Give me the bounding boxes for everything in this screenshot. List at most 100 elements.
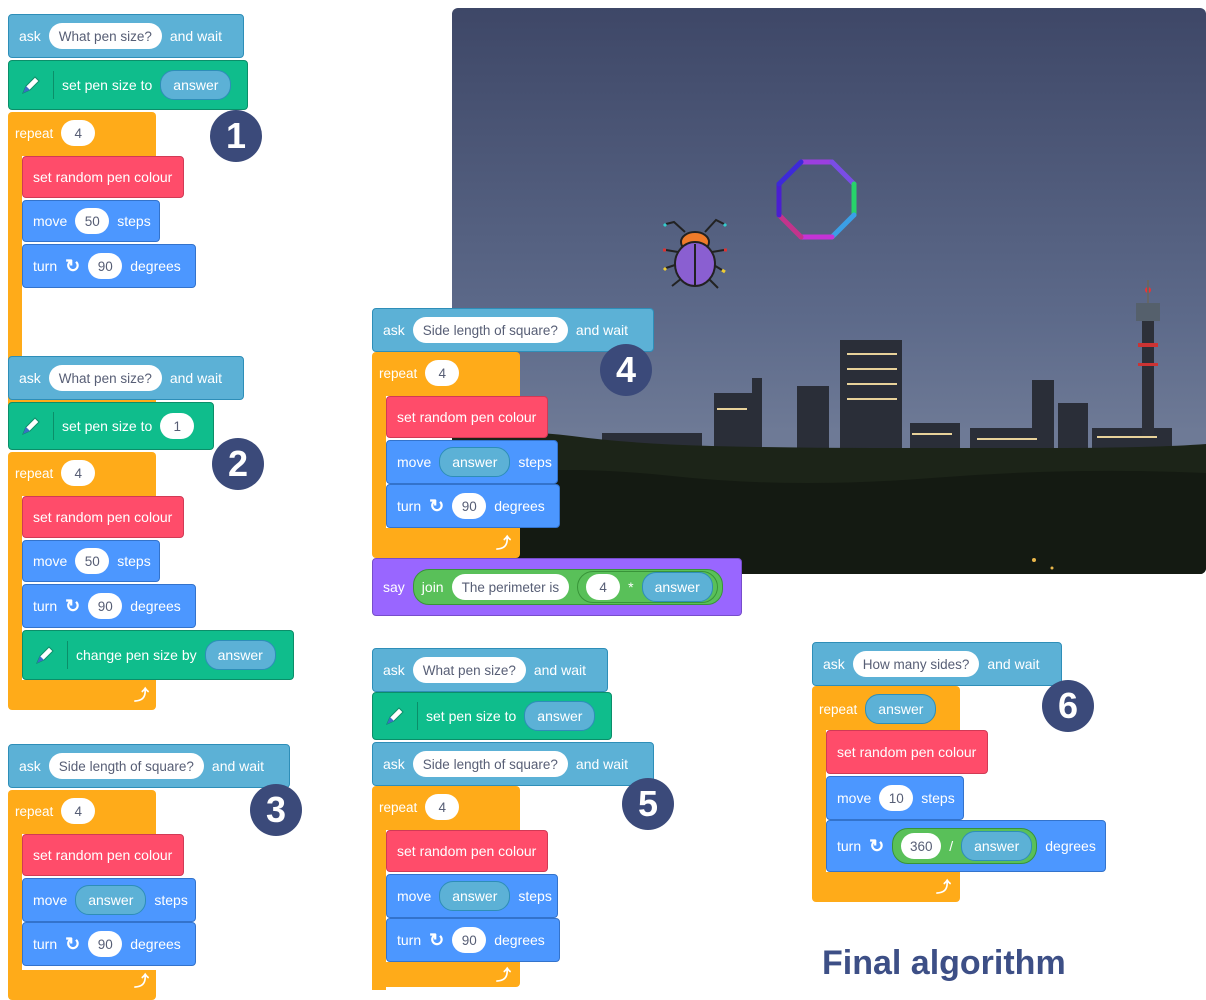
answer-reporter[interactable]: answer <box>160 70 232 100</box>
answer-reporter[interactable]: answer <box>75 885 147 915</box>
repeat-count-input[interactable]: 4 <box>61 120 96 146</box>
move-label: move <box>33 213 68 229</box>
degrees-label: degrees <box>1045 838 1096 854</box>
say-label: say <box>383 579 405 595</box>
ask-prompt-input[interactable]: Side length of square? <box>48 753 204 779</box>
repeat-label: repeat <box>15 465 54 481</box>
pen-icon <box>17 71 54 99</box>
ask-block[interactable]: ask What pen size? and wait <box>8 14 244 58</box>
ask-block[interactable]: ask How many sides? and wait <box>812 642 1062 686</box>
turn-label: turn <box>397 932 422 948</box>
answer-reporter[interactable]: answer <box>961 831 1033 861</box>
divide-left-input[interactable]: 360 <box>901 833 942 859</box>
move-block[interactable]: move 50 steps <box>22 540 160 582</box>
set-pen-size-block[interactable]: set pen size to answer <box>372 692 612 740</box>
answer-reporter[interactable]: answer <box>524 701 596 731</box>
join-text-input[interactable]: The perimeter is <box>451 574 570 600</box>
step-badge-4: 4 <box>600 344 652 396</box>
repeat-label: repeat <box>379 799 418 815</box>
repeat-count-input[interactable]: 4 <box>425 794 460 820</box>
answer-reporter[interactable]: answer <box>439 881 511 911</box>
repeat-label: repeat <box>15 125 54 141</box>
change-pen-size-label: change pen size by <box>76 647 197 663</box>
turn-block[interactable]: turn ↻ 90 degrees <box>22 584 196 628</box>
ask-prompt-input[interactable]: Side length of square? <box>412 317 568 343</box>
say-block[interactable]: say join The perimeter is 4 * answer <box>372 558 742 616</box>
steps-label: steps <box>518 888 552 904</box>
move-block[interactable]: move 50 steps <box>22 200 160 242</box>
ask-label: ask <box>383 662 405 678</box>
set-random-pen-colour-block[interactable]: set random pen colour <box>826 730 988 774</box>
ask-prompt-input[interactable]: What pen size? <box>48 365 162 391</box>
answer-reporter[interactable]: answer <box>439 447 511 477</box>
ask-block[interactable]: ask What pen size? and wait <box>8 356 244 400</box>
ask-prompt-input[interactable]: How many sides? <box>852 651 980 677</box>
and-wait-label: and wait <box>533 662 587 678</box>
repeat-count-input[interactable]: 4 <box>61 798 96 824</box>
set-random-pen-colour-block[interactable]: set random pen colour <box>22 156 184 198</box>
ask-label: ask <box>383 322 405 338</box>
move-steps-input[interactable]: 50 <box>75 548 110 574</box>
answer-reporter[interactable]: answer <box>865 694 937 724</box>
ask-label: ask <box>19 370 41 386</box>
set-random-pen-colour-label: set random pen colour <box>33 847 173 863</box>
pen-size-input[interactable]: 1 <box>160 413 195 439</box>
turn-right-icon: ↻ <box>65 933 81 954</box>
beetle-sprite-icon[interactable] <box>660 212 730 294</box>
ask-prompt-input[interactable]: Side length of square? <box>412 751 568 777</box>
loop-arrow-icon: ⤴ <box>496 967 512 984</box>
turn-degrees-input[interactable]: 90 <box>88 253 123 279</box>
answer-reporter[interactable]: answer <box>641 572 713 602</box>
move-block[interactable]: move answer steps <box>22 878 196 922</box>
move-block[interactable]: move answer steps <box>386 440 558 484</box>
ask-block-2[interactable]: ask Side length of square? and wait <box>372 742 654 786</box>
join-label: join <box>421 579 444 595</box>
and-wait-label: and wait <box>211 758 265 774</box>
join-operator[interactable]: join The perimeter is 4 * answer <box>412 569 723 605</box>
stage[interactable] <box>452 8 1206 574</box>
move-label: move <box>33 553 68 569</box>
turn-degrees-input[interactable]: 90 <box>88 931 123 957</box>
set-random-pen-colour-block[interactable]: set random pen colour <box>386 396 548 438</box>
ask-prompt-input[interactable]: What pen size? <box>412 657 526 683</box>
multiply-left-input[interactable]: 4 <box>586 574 621 600</box>
turn-label: turn <box>33 258 58 274</box>
turn-block[interactable]: turn ↻ 90 degrees <box>22 922 196 966</box>
set-random-pen-colour-block[interactable]: set random pen colour <box>22 496 184 538</box>
move-steps-input[interactable]: 10 <box>879 785 914 811</box>
move-block[interactable]: move answer steps <box>386 874 558 918</box>
turn-degrees-input[interactable]: 90 <box>452 493 487 519</box>
step-badge-3: 3 <box>250 784 302 836</box>
set-pen-size-label: set pen size to <box>62 418 153 434</box>
ask-block[interactable]: ask What pen size? and wait <box>372 648 608 692</box>
turn-label: turn <box>33 936 58 952</box>
turn-degrees-input[interactable]: 90 <box>452 927 487 953</box>
repeat-count-input[interactable]: 4 <box>61 460 96 486</box>
move-label: move <box>397 454 432 470</box>
ask-label: ask <box>19 28 41 44</box>
multiply-operator[interactable]: 4 * answer <box>577 571 718 603</box>
ask-block[interactable]: ask Side length of square? and wait <box>8 744 290 788</box>
change-pen-size-block[interactable]: change pen size by answer <box>22 630 294 680</box>
set-random-pen-colour-label: set random pen colour <box>33 509 173 525</box>
turn-block[interactable]: turn ↻ 90 degrees <box>386 484 560 528</box>
turn-block[interactable]: turn ↻ 360 / answer degrees <box>826 820 1106 872</box>
set-pen-size-block[interactable]: set pen size to answer <box>8 60 248 110</box>
divide-operator[interactable]: 360 / answer <box>892 828 1038 864</box>
turn-block[interactable]: turn ↻ 90 degrees <box>22 244 196 288</box>
set-pen-size-block[interactable]: set pen size to 1 <box>8 402 214 450</box>
steps-label: steps <box>117 553 151 569</box>
set-random-pen-colour-block[interactable]: set random pen colour <box>386 830 548 872</box>
ask-label: ask <box>383 756 405 772</box>
move-label: move <box>33 892 68 908</box>
turn-right-icon: ↻ <box>65 595 81 616</box>
turn-block[interactable]: turn ↻ 90 degrees <box>386 918 560 962</box>
move-block[interactable]: move 10 steps <box>826 776 964 820</box>
move-steps-input[interactable]: 50 <box>75 208 110 234</box>
ask-prompt-input[interactable]: What pen size? <box>48 23 162 49</box>
repeat-count-input[interactable]: 4 <box>425 360 460 386</box>
set-random-pen-colour-block[interactable]: set random pen colour <box>22 834 184 876</box>
turn-degrees-input[interactable]: 90 <box>88 593 123 619</box>
ask-block[interactable]: ask Side length of square? and wait <box>372 308 654 352</box>
answer-reporter[interactable]: answer <box>204 640 276 670</box>
